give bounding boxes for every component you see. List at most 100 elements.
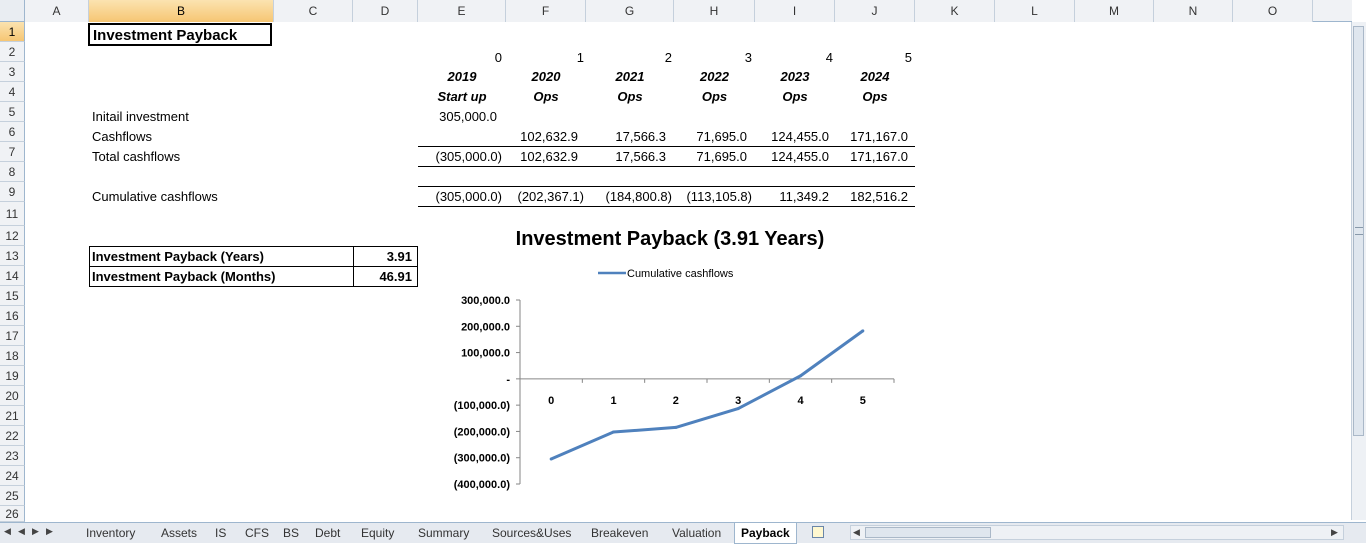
cumulative-cell[interactable]: (305,000.0) <box>418 187 503 207</box>
phase-cell[interactable]: Start up <box>418 87 506 107</box>
tab-bs[interactable]: BS <box>277 523 305 543</box>
cumulative-cell[interactable]: (184,800.8) <box>586 187 673 207</box>
row-header[interactable]: 26 <box>0 506 25 522</box>
period-cell[interactable]: 4 <box>755 48 833 68</box>
payback-years-value[interactable]: 3.91 <box>354 247 412 266</box>
cashflow-cell[interactable]: 102,632.9 <box>506 127 578 147</box>
total-cell[interactable]: 171,167.0 <box>835 147 908 167</box>
cashflow-cell[interactable]: 71,695.0 <box>674 127 747 147</box>
tab-payback[interactable]: Payback <box>734 523 797 544</box>
tab-summary[interactable]: Summary <box>412 523 475 543</box>
column-header-m[interactable]: M <box>1075 0 1154 22</box>
year-cell[interactable]: 2024 <box>835 67 915 87</box>
tab-inventory[interactable]: Inventory <box>80 523 141 543</box>
row-header[interactable]: 8 <box>0 162 25 182</box>
year-cell[interactable]: 2023 <box>755 67 835 87</box>
scroll-right-icon[interactable]: ▶ <box>1331 527 1338 538</box>
data-point[interactable] <box>861 329 865 333</box>
row-header[interactable]: 13 <box>0 246 25 266</box>
period-cell[interactable]: 0 <box>418 48 502 68</box>
row-header[interactable]: 12 <box>0 226 25 246</box>
row-header[interactable]: 20 <box>0 386 25 406</box>
phase-cell[interactable]: Ops <box>506 87 586 107</box>
row-header[interactable]: 16 <box>0 306 25 326</box>
payback-years-label[interactable]: Investment Payback (Years) <box>92 247 264 266</box>
row-header[interactable]: 22 <box>0 426 25 446</box>
row-header[interactable]: 11 <box>0 202 25 226</box>
row-header[interactable]: 24 <box>0 466 25 486</box>
column-header-a[interactable]: A <box>25 0 89 22</box>
column-header-j[interactable]: J <box>835 0 915 22</box>
cumulative-cell[interactable]: 11,349.2 <box>755 187 829 207</box>
year-cell[interactable]: 2020 <box>506 67 586 87</box>
scroll-left-icon[interactable]: ◀ <box>853 527 860 538</box>
total-cell[interactable]: (305,000.0) <box>418 147 503 167</box>
total-cell[interactable]: 71,695.0 <box>674 147 747 167</box>
column-header-h[interactable]: H <box>674 0 755 22</box>
column-header-o[interactable]: O <box>1233 0 1313 22</box>
row-header[interactable]: 5 <box>0 102 25 122</box>
tab-breakeven[interactable]: Breakeven <box>585 523 654 543</box>
phase-cell[interactable]: Ops <box>674 87 755 107</box>
row-header[interactable]: 17 <box>0 326 25 346</box>
payback-months-label[interactable]: Investment Payback (Months) <box>92 267 276 286</box>
tab-nav-first-icon[interactable]: ◀ <box>4 526 11 537</box>
tab-is[interactable]: IS <box>209 523 232 543</box>
period-cell[interactable]: 5 <box>835 48 912 68</box>
total-cashflows-label[interactable]: Total cashflows <box>92 147 180 167</box>
row-header[interactable]: 21 <box>0 406 25 426</box>
insert-sheet-icon[interactable] <box>812 526 824 538</box>
data-point[interactable] <box>736 407 740 411</box>
row-header[interactable]: 2 <box>0 42 25 62</box>
tab-assets[interactable]: Assets <box>155 523 203 543</box>
cashflow-cell[interactable]: 171,167.0 <box>835 127 908 147</box>
cashflow-cell[interactable]: 17,566.3 <box>586 127 666 147</box>
tab-sources-uses[interactable]: Sources&Uses <box>486 523 577 543</box>
cumulative-cell[interactable]: (113,105.8) <box>674 187 752 207</box>
cumulative-cell[interactable]: (202,367.1) <box>506 187 585 207</box>
column-header-n[interactable]: N <box>1154 0 1233 22</box>
period-cell[interactable]: 3 <box>674 48 752 68</box>
column-header-g[interactable]: G <box>586 0 674 22</box>
row-header[interactable]: 15 <box>0 286 25 306</box>
row-header[interactable]: 18 <box>0 346 25 366</box>
cumulative-cashflows-label[interactable]: Cumulative cashflows <box>92 187 218 207</box>
data-point[interactable] <box>799 374 802 378</box>
row-header[interactable]: 19 <box>0 366 25 386</box>
column-header-l[interactable]: L <box>995 0 1075 22</box>
column-header-f[interactable]: F <box>506 0 586 22</box>
period-cell[interactable]: 1 <box>506 48 584 68</box>
data-point[interactable] <box>674 425 678 429</box>
tab-cfs[interactable]: CFS <box>239 523 275 543</box>
column-header-i[interactable]: I <box>755 0 835 22</box>
period-cell[interactable]: 2 <box>586 48 672 68</box>
column-header-c[interactable]: C <box>274 0 353 22</box>
phase-cell[interactable]: Ops <box>755 87 835 107</box>
h-scroll-thumb[interactable] <box>865 527 991 538</box>
row-header[interactable]: 3 <box>0 62 25 82</box>
row-header[interactable]: 25 <box>0 486 25 506</box>
select-all-corner[interactable] <box>0 0 25 22</box>
total-cell[interactable]: 17,566.3 <box>586 147 666 167</box>
payback-chart[interactable]: Investment Payback (3.91 Years) Cumulati… <box>420 222 920 502</box>
initial-investment-label[interactable]: Initail investment <box>92 107 189 127</box>
phase-cell[interactable]: Ops <box>835 87 915 107</box>
tab-nav-next-icon[interactable]: ▶ <box>32 526 39 537</box>
payback-months-value[interactable]: 46.91 <box>354 267 412 286</box>
sheet-title-cell[interactable]: Investment Payback <box>88 23 272 46</box>
tab-nav-last-icon[interactable]: ▶ <box>46 526 53 537</box>
phase-cell[interactable]: Ops <box>586 87 674 107</box>
tab-nav-prev-icon[interactable]: ◀ <box>18 526 25 537</box>
row-header[interactable]: 4 <box>0 82 25 102</box>
tab-valuation[interactable]: Valuation <box>666 523 727 543</box>
cumulative-cell[interactable]: 182,516.2 <box>835 187 908 207</box>
data-point[interactable] <box>549 457 553 461</box>
cashflow-cell[interactable]: 124,455.0 <box>755 127 829 147</box>
row-header[interactable]: 9 <box>0 182 25 202</box>
column-header-b[interactable]: B <box>89 0 274 22</box>
column-header-k[interactable]: K <box>915 0 995 22</box>
initial-investment-value[interactable]: 305,000.0 <box>418 107 497 127</box>
data-point[interactable] <box>612 430 615 434</box>
horizontal-scrollbar[interactable]: ◀ ▶ <box>850 525 1344 540</box>
total-cell[interactable]: 102,632.9 <box>506 147 578 167</box>
